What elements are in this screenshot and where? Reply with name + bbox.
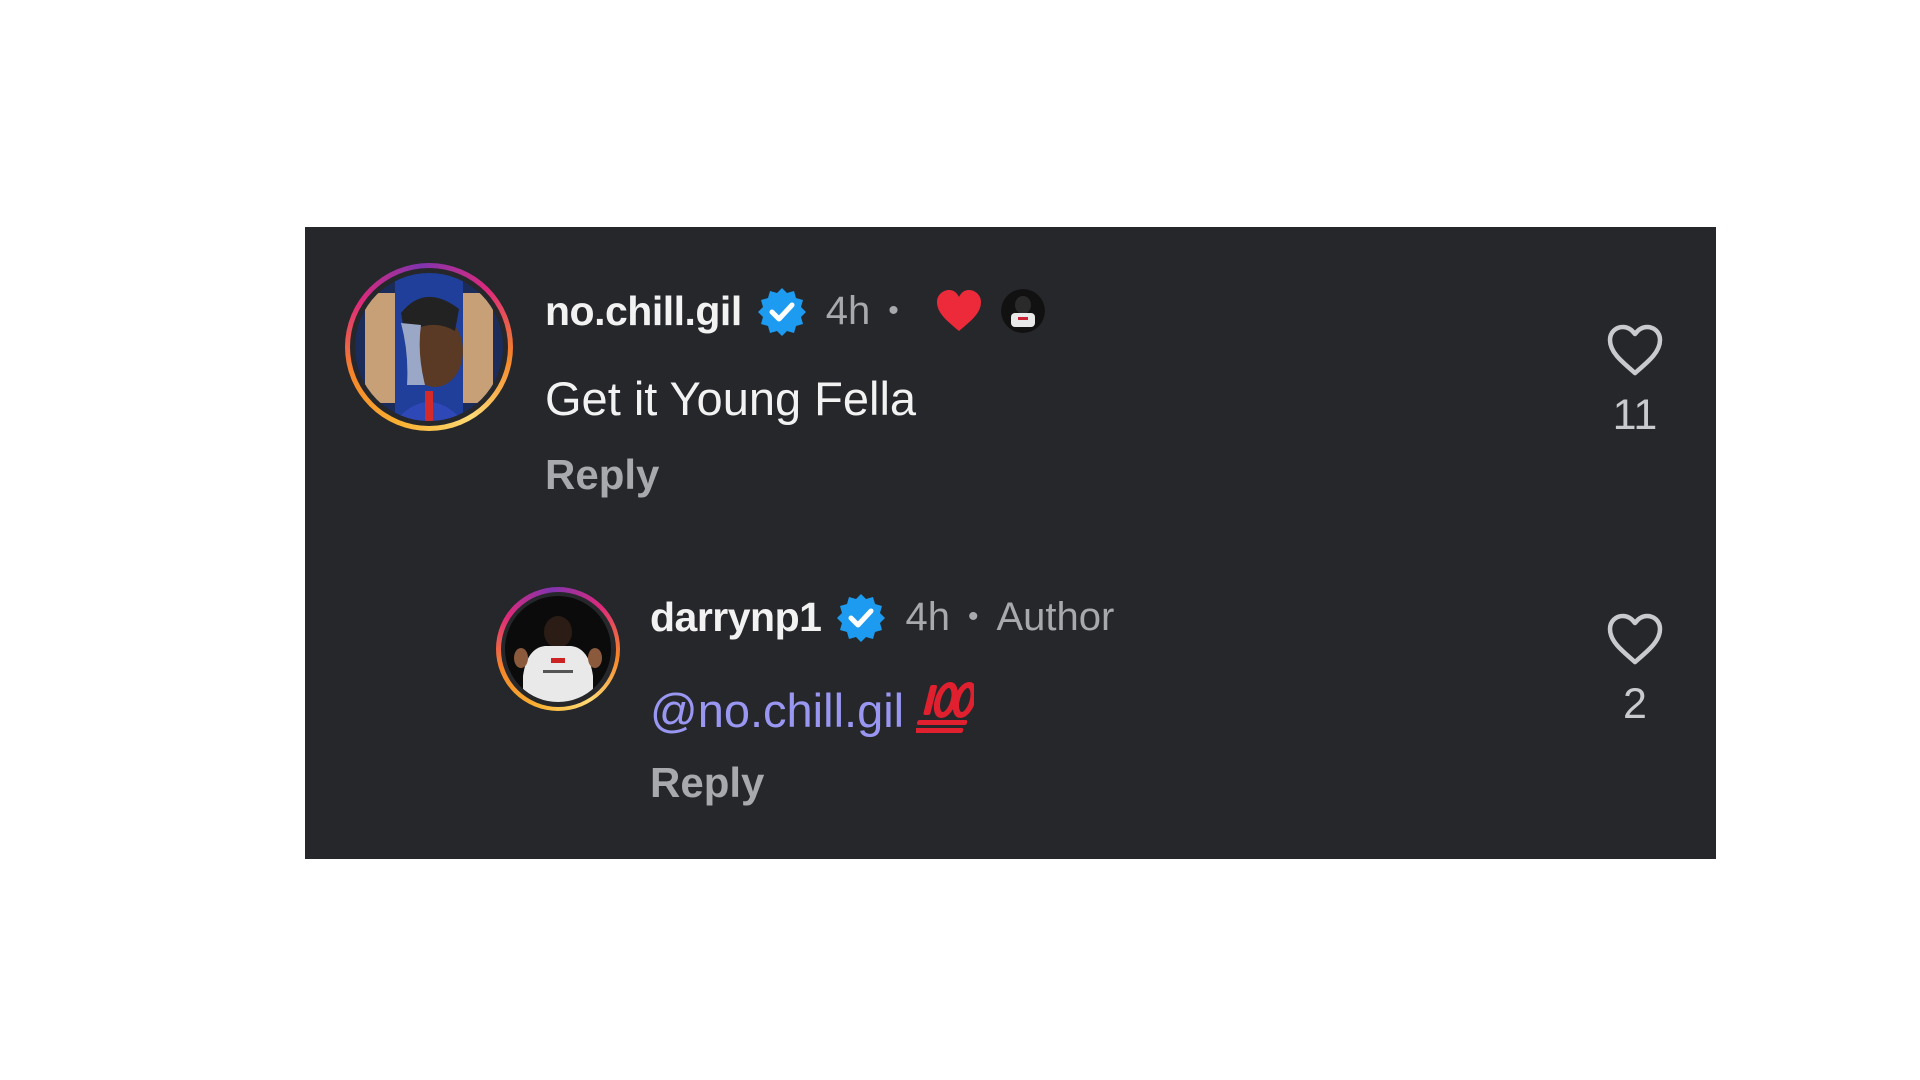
separator-dot: • [967,600,979,633]
avatar-darrynp1 [505,596,611,702]
like-count: 11 [1612,391,1658,439]
like-column: 2 [1590,612,1680,729]
avatar-gap [350,268,508,426]
reply-text: @no.chill.gil [650,679,977,738]
comment-header: no.chill.gil 4h • [545,281,1045,341]
like-count: 2 [1623,680,1647,728]
avatar-story-ring[interactable] [345,263,513,431]
reply-comment-item: darrynp1 4h • Author @no.chill.gil Reply [496,587,1676,827]
like-heart-icon[interactable] [1606,323,1664,377]
username[interactable]: no.chill.gil [545,288,742,335]
reply-button[interactable]: Reply [545,451,659,499]
like-column: 11 [1590,323,1680,440]
avatar-no-chill-gil [355,273,503,421]
timestamp: 4h [905,594,950,639]
like-heart-icon[interactable] [1606,612,1664,666]
author-mini-avatar [1000,289,1045,333]
liked-by-author-heart-icon [936,290,981,331]
verified-badge-icon [837,594,886,642]
reply-button[interactable]: Reply [650,759,764,807]
author-badge: Author [996,594,1115,639]
avatar-gap [500,591,616,707]
avatar-story-ring[interactable] [496,587,620,711]
hundred-points-emoji-icon [913,682,977,733]
comment-panel: no.chill.gil 4h • Get it Young Fella Rep… [305,227,1716,859]
username[interactable]: darrynp1 [650,594,822,641]
verified-badge-icon [757,288,806,336]
mention-link[interactable]: @no.chill.gil [650,684,904,737]
timestamp: 4h [825,288,871,333]
reply-header: darrynp1 4h • Author [650,587,1114,647]
separator-dot: • [888,294,899,327]
comment-item: no.chill.gil 4h • Get it Young Fella Rep… [345,263,1675,503]
comment-text: Get it Young Fella [545,372,917,425]
